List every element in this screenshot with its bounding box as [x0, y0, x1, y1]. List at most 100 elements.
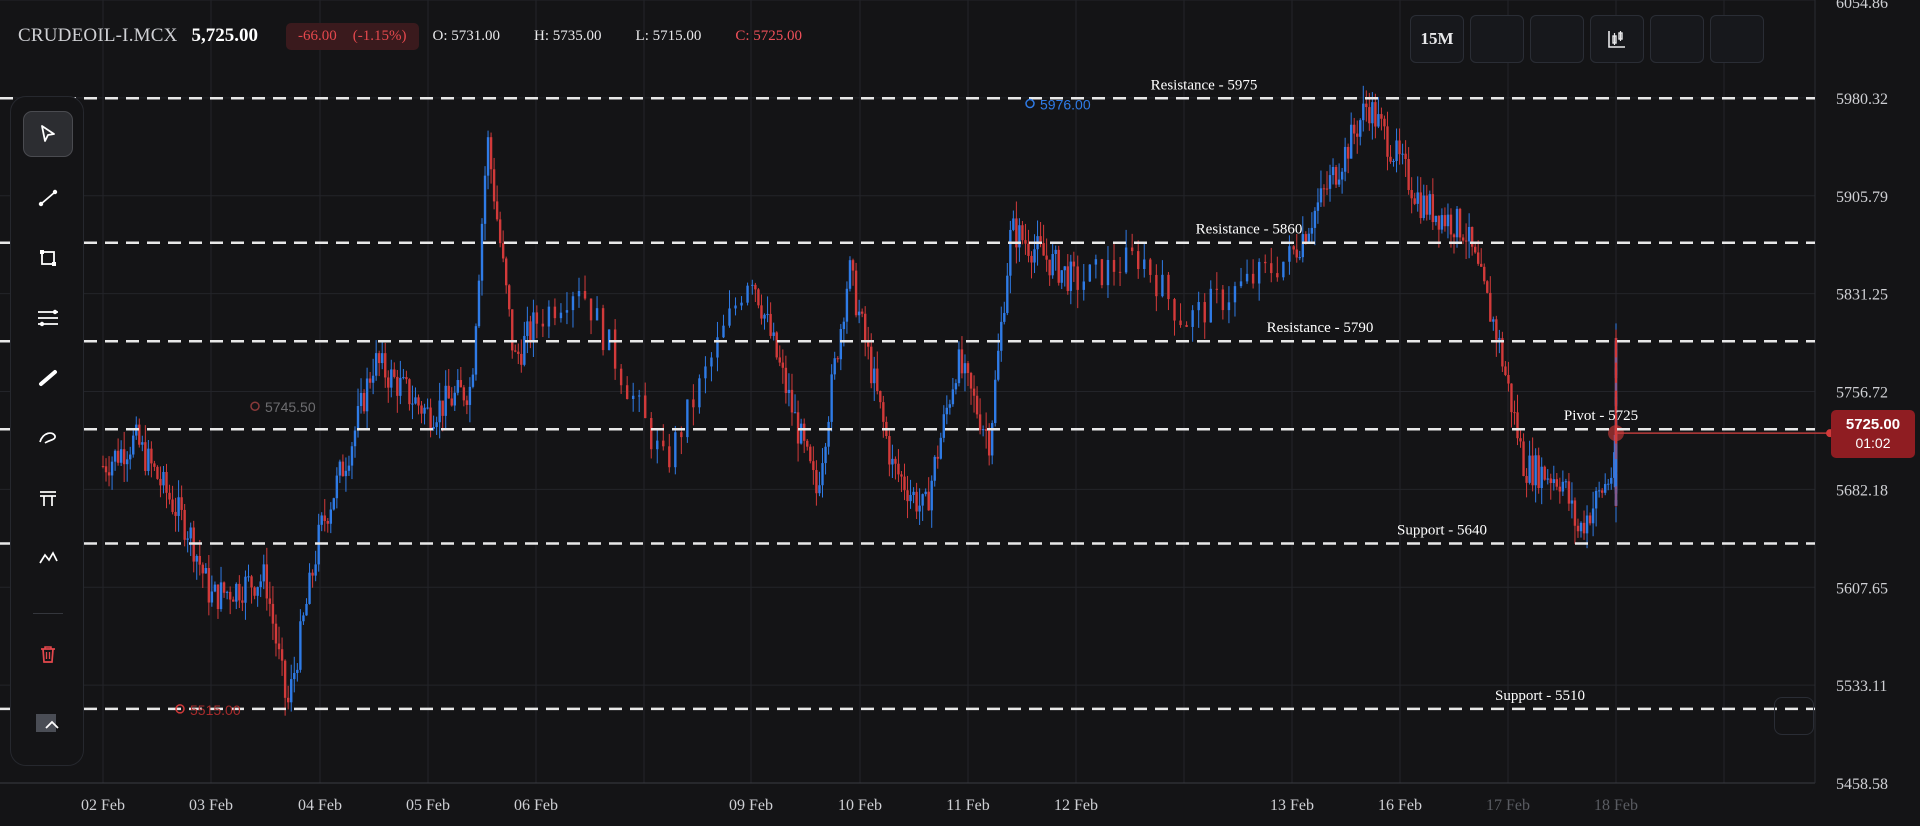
candle-body [775, 332, 778, 358]
candle-body [296, 669, 299, 674]
candle-body [1495, 319, 1498, 340]
price-chart[interactable]: 5458.58 5533.11 5607.65 5682.18 5756.72 5831.… [0, 0, 1920, 826]
candle-body [474, 326, 478, 375]
candle-body [1467, 226, 1471, 242]
blank-button[interactable] [1710, 15, 1764, 63]
candle-body [356, 406, 360, 431]
candle-body [1558, 486, 1562, 492]
indicators-button[interactable] [1590, 15, 1644, 63]
candle-body [1088, 264, 1092, 282]
candle-body [1473, 246, 1477, 253]
candle-body [201, 564, 204, 574]
candle-body [1461, 237, 1465, 241]
candle-body [1066, 266, 1069, 291]
candle-body [293, 673, 296, 680]
candle-body [207, 568, 211, 603]
fib-tool[interactable] [23, 475, 73, 521]
level-label: Support - 5510 [1495, 688, 1585, 704]
candle-body [1197, 302, 1200, 311]
candle-body [1531, 455, 1534, 486]
candle-body [110, 461, 114, 476]
symbol-name[interactable]: CRUDEOIL-I.MCX [18, 25, 178, 47]
candle-body [1124, 247, 1128, 273]
x-tick-label: 13 Feb [1270, 797, 1314, 814]
candle-body [1021, 225, 1024, 241]
blank-button[interactable] [1650, 15, 1704, 63]
candle-body [1334, 166, 1338, 185]
candle-body [1582, 522, 1586, 534]
candle-body [933, 456, 936, 481]
candle-body [553, 306, 557, 319]
candle-body [420, 405, 423, 414]
candle-body [305, 603, 308, 616]
candle-body [1600, 490, 1604, 493]
cursor-tool[interactable] [23, 111, 73, 157]
candle-body [1507, 374, 1510, 384]
rectangle-tool[interactable] [23, 235, 73, 281]
candle-body [238, 583, 241, 601]
candle-body [529, 321, 532, 342]
candle-body [390, 369, 393, 388]
drawing-toolbar [10, 96, 84, 766]
candle-body [1597, 490, 1601, 492]
candle-body [790, 389, 794, 413]
candle-body [754, 284, 757, 290]
candle-body [228, 591, 232, 600]
candle-body [1137, 251, 1140, 269]
candle-body [368, 378, 372, 383]
candle-body [504, 258, 508, 286]
candle-body [371, 375, 375, 383]
trend-line-tool[interactable] [23, 175, 73, 221]
candle-body [1519, 438, 1522, 442]
candle-body [1383, 118, 1386, 127]
candle-body [471, 374, 475, 387]
candle-body [101, 465, 105, 467]
candle-body [589, 298, 593, 321]
interval-button[interactable]: 15M [1410, 15, 1464, 63]
candle-body [1030, 255, 1033, 263]
candle-body [362, 392, 366, 412]
candle-body [882, 402, 885, 422]
candle-body [1440, 215, 1444, 230]
candle-body [972, 388, 976, 396]
candle-body [1434, 215, 1438, 223]
candle-body [286, 697, 290, 703]
candle-body [1051, 254, 1054, 276]
candle-body [426, 407, 429, 409]
candle-body [147, 448, 150, 471]
candle-body [1018, 225, 1021, 248]
candle-body [477, 280, 481, 327]
collapse-toolbar-button[interactable] [23, 701, 73, 747]
trash-icon [41, 646, 55, 663]
candle-body [656, 440, 659, 450]
blank-button[interactable] [1470, 15, 1524, 63]
candle-body [812, 461, 815, 471]
candle-body [870, 346, 873, 384]
candle-body [326, 520, 329, 524]
candle-body [1576, 525, 1580, 532]
candle-body [526, 321, 529, 336]
candle-body [256, 587, 259, 596]
blank-button[interactable] [1530, 15, 1584, 63]
candle-body [1054, 249, 1057, 255]
x-tick-label: 05 Feb [406, 797, 450, 814]
delete-tool[interactable] [23, 631, 73, 677]
y-tick-label: 5980.32 [1836, 91, 1888, 108]
candle-body [1555, 479, 1559, 487]
freehand-tool[interactable] [23, 415, 73, 461]
candle-body [1191, 310, 1194, 327]
chart-settings-button[interactable] [1774, 697, 1814, 735]
path-tool[interactable] [23, 535, 73, 581]
brush-tool[interactable] [23, 355, 73, 401]
candle-body [122, 449, 126, 465]
candle-body [168, 492, 171, 500]
candle-body [888, 436, 891, 465]
candle-body [921, 494, 924, 506]
candle-body [1295, 249, 1298, 258]
candle-body [1112, 259, 1116, 272]
parallel-lines-tool[interactable] [23, 295, 73, 341]
open-value: O: 5731.00 [432, 27, 501, 44]
candle-body [1009, 229, 1012, 276]
candle-body [314, 564, 317, 576]
candle-body [900, 474, 903, 477]
